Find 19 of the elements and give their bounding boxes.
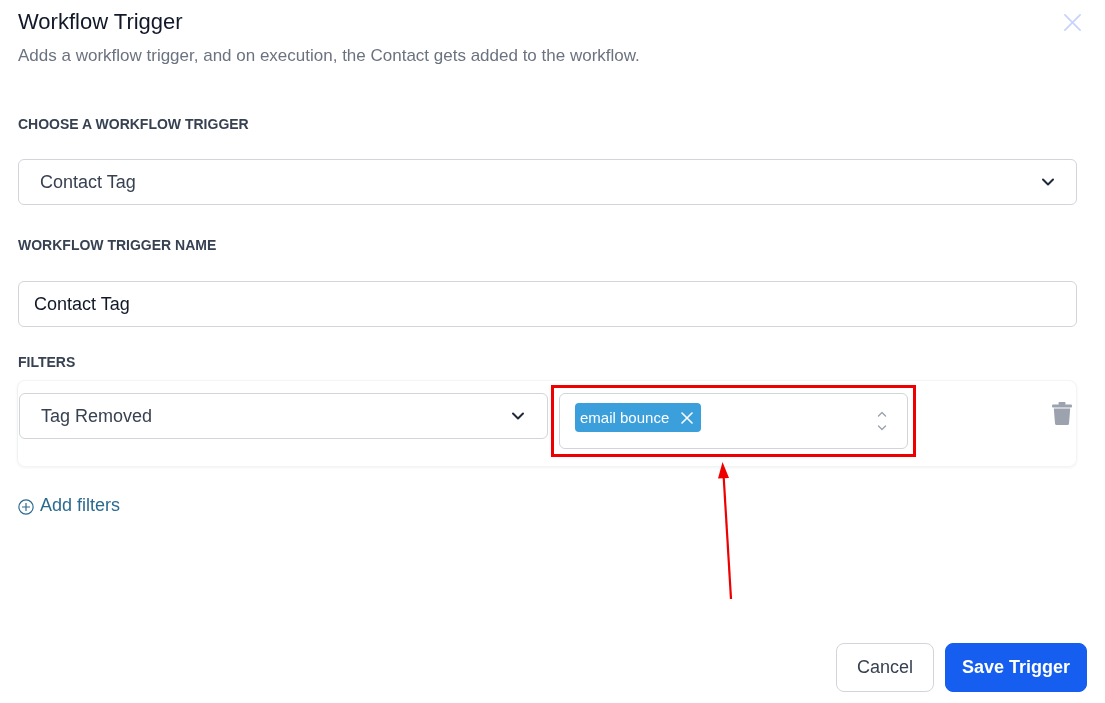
field-label: WORKFLOW TRIGGER NAME — [18, 236, 217, 255]
delete-button[interactable] — [1052, 402, 1072, 425]
trash-icon — [1052, 402, 1072, 425]
field-label: FILTERS — [18, 353, 76, 372]
tag-label: email bounce — [580, 409, 670, 426]
add-filters-button[interactable]: Add filters — [18, 494, 121, 516]
close-button[interactable] — [1063, 13, 1082, 32]
close-icon[interactable] — [681, 411, 694, 424]
dialog-description: Adds a workflow trigger, and on execution, the Contact gets added to the workflow. — [18, 45, 641, 67]
dialog-title: Workflow Trigger — [18, 8, 183, 36]
field-label: CHOOSE A WORKFLOW TRIGGER — [18, 115, 249, 134]
condition-select[interactable]: Tag Removed — [19, 393, 548, 439]
save-button[interactable]: Save Trigger — [944, 643, 1087, 692]
chevron-up-down-icon — [877, 410, 887, 432]
trigger-select[interactable]: Contact Tag — [18, 159, 1077, 205]
circle-plus-icon — [18, 498, 34, 515]
cancel-button[interactable]: Cancel — [835, 643, 934, 692]
close-icon — [1063, 13, 1082, 32]
trigger-name-input[interactable]: Contact Tag — [18, 281, 1077, 327]
